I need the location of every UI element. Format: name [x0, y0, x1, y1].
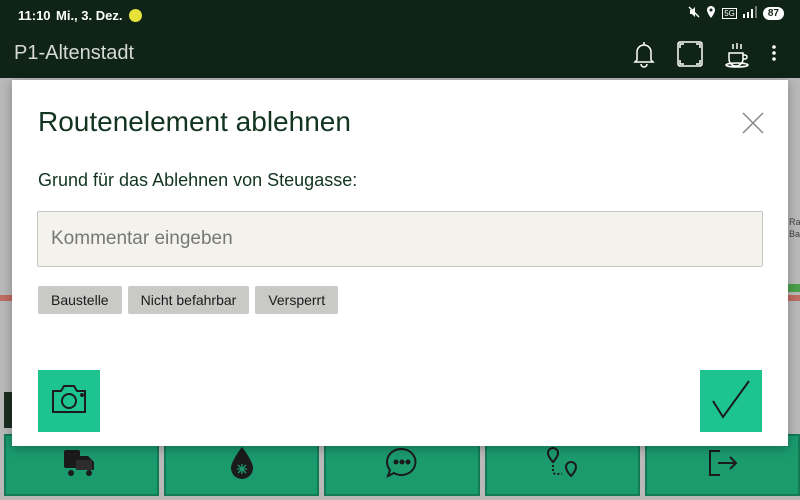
chat-icon	[384, 445, 420, 486]
route-icon	[544, 445, 580, 486]
app-bar: P1-Altenstadt	[0, 30, 800, 78]
battery-indicator: 87	[762, 7, 784, 20]
comment-input[interactable]	[37, 211, 763, 267]
status-time: 11:10	[18, 8, 51, 23]
status-date: Mi., 3. Dez.	[56, 8, 123, 23]
close-icon[interactable]	[740, 110, 766, 136]
more-vert-icon[interactable]	[760, 38, 788, 70]
page-title: P1-Altenstadt	[14, 42, 135, 64]
chip-baustelle[interactable]: Baustelle	[38, 286, 122, 314]
dialog-title: Routenelement ablehnen	[38, 106, 351, 137]
reason-chips: Baustelle Nicht befahrbar Versperrt	[38, 286, 339, 314]
notification-icon	[129, 9, 142, 22]
location-icon	[706, 6, 716, 21]
fullscreen-icon[interactable]	[674, 38, 706, 70]
map-label: Ra Ba	[789, 217, 800, 239]
chip-versperrt[interactable]: Versperrt	[255, 286, 339, 314]
dialog-prompt: Grund für das Ablehnen von Steugasse:	[38, 170, 358, 190]
checkmark-icon	[709, 377, 753, 426]
mute-icon	[688, 6, 700, 21]
truck-icon	[62, 446, 102, 485]
camera-button[interactable]	[38, 370, 100, 432]
camera-icon	[49, 383, 89, 420]
chip-nicht-befahrbar[interactable]: Nicht befahrbar	[127, 286, 250, 314]
water-drop-icon	[227, 445, 257, 486]
coffee-break-icon[interactable]	[721, 38, 753, 70]
confirm-button[interactable]	[700, 370, 762, 432]
reject-route-element-dialog: Routenelement ablehnen Grund für das Abl…	[12, 80, 788, 446]
network-5g-icon: 5G	[722, 8, 737, 19]
exit-icon	[704, 445, 740, 486]
system-icons: 5G 87	[688, 6, 784, 21]
bell-icon[interactable]	[628, 38, 660, 70]
signal-icon	[742, 6, 757, 21]
status-bar: 11:10 Mi., 3. Dez. 5G 87	[0, 0, 800, 30]
